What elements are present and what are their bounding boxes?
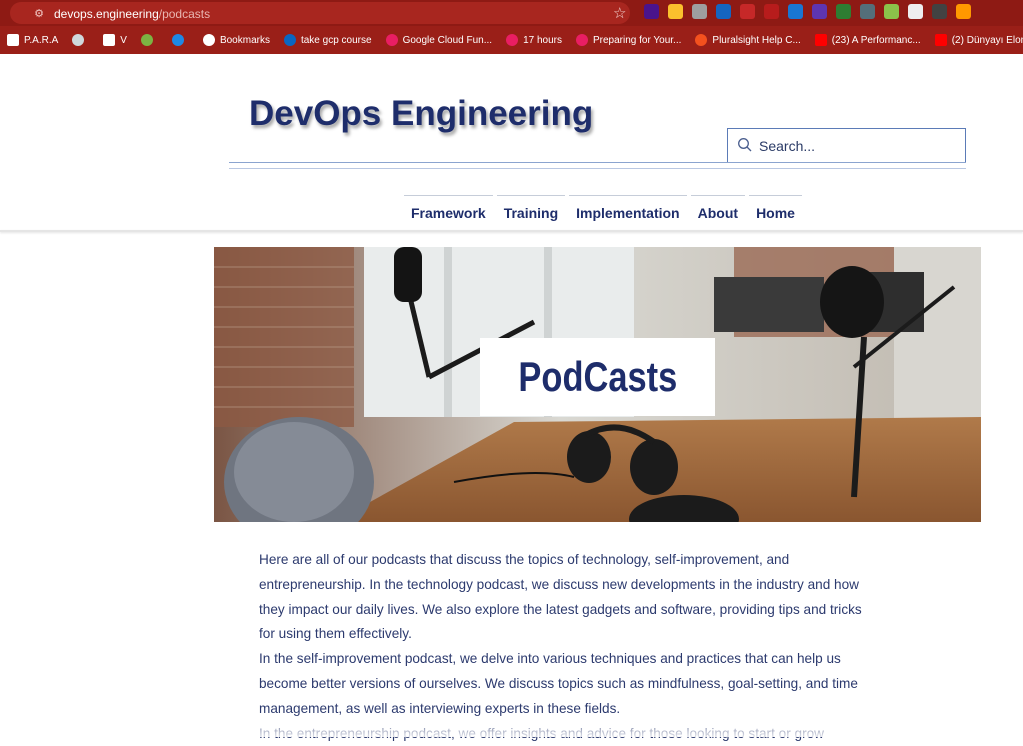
linkedin-icon xyxy=(283,34,296,46)
content-paragraph: Here are all of our podcasts that discus… xyxy=(259,552,862,642)
url-field[interactable]: ⚙ devops.engineering/podcasts ☆ xyxy=(10,2,630,24)
browser-address-bar: ⚙ devops.engineering/podcasts ☆ xyxy=(0,0,1023,26)
bookmark-item[interactable]: P.A.R.A xyxy=(0,26,65,54)
main-nav: Framework Training Implementation About … xyxy=(404,195,802,225)
extension-icon[interactable] xyxy=(668,4,683,19)
header-divider xyxy=(229,162,966,163)
pluralsight-icon xyxy=(576,34,588,46)
search-icon xyxy=(738,138,752,152)
url-text: devops.engineering/podcasts xyxy=(54,7,211,21)
extension-icon[interactable] xyxy=(860,4,875,19)
bookmark-label: (2) Dünyayı Elon... xyxy=(951,34,1023,46)
extension-icon[interactable] xyxy=(884,4,899,19)
extension-icon[interactable] xyxy=(812,4,827,19)
nav-item-about[interactable]: About xyxy=(690,195,746,225)
bookmark-item[interactable]: Bookmarks xyxy=(196,26,277,54)
nav-item-framework[interactable]: Framework xyxy=(404,195,493,225)
hero-title-card: PodCasts xyxy=(480,338,715,416)
search-input[interactable]: Search... xyxy=(727,128,966,163)
bookmark-item[interactable]: (2) Dünyayı Elon... xyxy=(928,26,1023,54)
bookmark-item[interactable]: (23) A Performanc... xyxy=(808,26,928,54)
search-placeholder: Search... xyxy=(759,138,816,154)
bookmark-item[interactable] xyxy=(65,26,96,54)
content-paragraph: In the self-improvement podcast, we delv… xyxy=(259,651,858,716)
nav-item-implementation[interactable]: Implementation xyxy=(569,195,687,225)
folder-icon xyxy=(7,34,19,46)
extension-icon[interactable] xyxy=(740,4,755,19)
pluralsight-icon xyxy=(385,34,398,46)
extension-icon[interactable] xyxy=(716,4,731,19)
bookmark-star-icon[interactable]: ☆ xyxy=(613,5,626,23)
extension-icon[interactable] xyxy=(956,4,971,19)
bookmark-label: P.A.R.A xyxy=(24,34,59,46)
cloud-icon xyxy=(171,34,184,46)
nav-item-home[interactable]: Home xyxy=(749,195,802,225)
youtube-icon xyxy=(814,34,827,46)
bookmark-item[interactable] xyxy=(165,26,196,54)
bookmark-item[interactable] xyxy=(134,26,165,54)
bookmark-item[interactable]: take gcp course xyxy=(277,26,379,54)
bookmarks-bar: P.A.R.A V Bookmarks take gcp course Google C… xyxy=(0,26,1023,54)
bookmark-label: (23) A Performanc... xyxy=(831,34,921,46)
page-title: PodCasts xyxy=(518,353,677,400)
bookmark-item[interactable]: V xyxy=(96,26,134,54)
bookmark-label: 17 hours xyxy=(523,34,562,46)
site-logo[interactable]: DevOps Engineering xyxy=(249,94,593,134)
flask-icon xyxy=(140,34,153,46)
nav-item-training[interactable]: Training xyxy=(496,195,566,225)
extension-icon[interactable] xyxy=(836,4,851,19)
star-icon xyxy=(202,34,215,46)
extensions-toolbar xyxy=(644,4,971,22)
extension-icon[interactable] xyxy=(908,4,923,19)
extension-icon[interactable] xyxy=(932,4,947,19)
bookmark-label: take gcp course xyxy=(300,34,372,46)
header-divider xyxy=(229,168,966,169)
pluralsight-icon xyxy=(506,34,519,46)
bookmark-item[interactable]: Pluralsight Help C... xyxy=(688,26,807,54)
bookmark-item[interactable]: 17 hours xyxy=(499,26,569,54)
bookmark-label: Pluralsight Help C... xyxy=(712,34,801,46)
extension-icon[interactable] xyxy=(788,4,803,19)
pluralsight-icon xyxy=(695,34,708,46)
bookmark-label: Google Cloud Fun... xyxy=(402,34,493,46)
hero-banner: PodCasts xyxy=(214,247,981,522)
bookmark-item[interactable]: Preparing for Your... xyxy=(569,26,688,54)
chatgpt-icon xyxy=(72,34,85,46)
bookmark-label: Preparing for Your... xyxy=(593,34,682,46)
bookmark-item[interactable]: Google Cloud Fun... xyxy=(379,26,500,54)
web-page: DevOps Engineering Search... Framework T… xyxy=(0,54,1023,741)
notion-icon xyxy=(103,34,116,46)
nav-divider xyxy=(0,230,1023,232)
extension-icon[interactable] xyxy=(764,4,779,19)
scroll-fade xyxy=(0,714,1023,737)
youtube-icon xyxy=(934,34,947,46)
bookmark-label: Bookmarks xyxy=(219,34,270,46)
extension-icon[interactable] xyxy=(644,4,659,19)
site-settings-icon[interactable]: ⚙ xyxy=(32,7,46,21)
bookmark-label: V xyxy=(120,34,127,46)
extension-icon[interactable] xyxy=(692,4,707,19)
